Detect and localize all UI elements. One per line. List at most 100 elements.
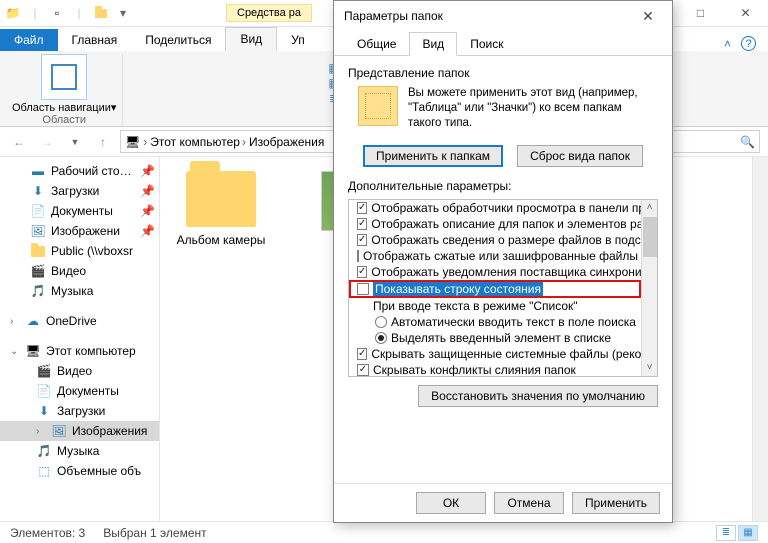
forward-button[interactable]: → — [36, 131, 58, 153]
restore-defaults-button[interactable]: Восстановить значения по умолчанию — [418, 385, 658, 407]
download-icon: ⬇ — [30, 183, 46, 199]
desktop-icon: ▬ — [30, 163, 46, 179]
status-item-count: Элементов: 3 — [10, 526, 85, 540]
dialog-tab-general[interactable]: Общие — [344, 32, 409, 56]
ribbon-collapse-icon[interactable]: ˄ — [724, 37, 731, 51]
tree-item-documents[interactable]: 📄Документы📌 — [0, 201, 159, 221]
qat-divider: | — [70, 4, 88, 22]
scroll-thumb[interactable] — [643, 217, 657, 257]
tree-item-pc-documents[interactable]: 📄Документы — [0, 381, 159, 401]
tree-item-this-pc[interactable]: ⌄🖥Этот компьютер — [0, 341, 159, 361]
file-name: Альбом камеры — [177, 233, 266, 247]
cancel-button[interactable]: Отмена — [494, 492, 564, 514]
adv-option[interactable]: Выделять введенный элемент в списке — [349, 330, 641, 346]
tree-item-pc-downloads[interactable]: ⬇Загрузки — [0, 401, 159, 421]
close-button[interactable]: ✕ — [723, 0, 768, 27]
tab-share[interactable]: Поделиться — [131, 29, 225, 51]
reset-folders-button[interactable]: Сброс вида папок — [517, 145, 643, 167]
expand-icon[interactable]: › — [36, 426, 46, 437]
explorer-icon: 📁 — [4, 4, 22, 22]
picture-icon: 🖼 — [30, 223, 46, 239]
properties-icon[interactable]: ▫ — [48, 4, 66, 22]
dialog-title: Параметры папок — [344, 9, 443, 23]
checkbox-icon[interactable]: ✓ — [357, 364, 369, 376]
tab-file[interactable]: Файл — [0, 29, 58, 51]
help-icon[interactable]: ? — [741, 36, 756, 51]
radio-icon[interactable] — [375, 316, 387, 328]
checkbox-icon[interactable]: ✓ — [357, 348, 367, 360]
adv-option[interactable]: Отображать сжатые или зашифрованные файл… — [349, 248, 641, 264]
checkbox-icon[interactable]: ✓ — [357, 202, 367, 214]
advanced-settings-label: Дополнительные параметры: — [348, 179, 658, 193]
checkbox-icon[interactable] — [357, 250, 359, 262]
download-icon: ⬇ — [36, 403, 52, 419]
tree-item-desktop[interactable]: ▬Рабочий сто…📌 — [0, 161, 159, 181]
ok-button[interactable]: ОК — [416, 492, 486, 514]
adv-option[interactable]: ✓Скрывать конфликты слияния папок — [349, 362, 641, 377]
breadcrumb-segment[interactable]: Этот компьютер › — [150, 135, 246, 149]
close-icon[interactable]: ✕ — [634, 8, 662, 25]
new-folder-icon[interactable] — [92, 4, 110, 22]
navigation-pane-button[interactable] — [41, 54, 87, 100]
tab-home[interactable]: Главная — [58, 29, 132, 51]
tab-manage[interactable]: Уп — [277, 29, 319, 51]
dialog-tabs: Общие Вид Поиск — [334, 31, 672, 56]
breadcrumb-segment[interactable]: Изображения — [249, 135, 324, 149]
navigation-pane-label[interactable]: Область навигации▾ — [12, 102, 116, 114]
tree-item-pictures[interactable]: 🖼Изображени📌 — [0, 221, 159, 241]
adv-option-status-bar[interactable]: Показывать строку состояния — [349, 280, 641, 298]
apply-to-folders-button[interactable]: Применить к папкам — [363, 145, 503, 167]
tree-item-music[interactable]: 🎵Музыка — [0, 281, 159, 301]
pc-icon: 🖥 — [25, 343, 41, 359]
video-icon: 🎬 — [30, 263, 46, 279]
tab-view[interactable]: Вид — [225, 27, 277, 51]
list-scrollbar[interactable]: ˄˅ — [641, 200, 657, 376]
navigation-tree[interactable]: ▬Рабочий сто…📌 ⬇Загрузки📌 📄Документы📌 🖼И… — [0, 157, 160, 521]
adv-option-group: При вводе текста в режиме "Список" — [349, 298, 641, 314]
back-button[interactable]: ← — [8, 131, 30, 153]
vertical-scrollbar[interactable] — [752, 157, 768, 521]
checkbox-icon[interactable]: ✓ — [357, 234, 367, 246]
tree-item-pc-music[interactable]: 🎵Музыка — [0, 441, 159, 461]
scroll-up-icon[interactable]: ˄ — [647, 200, 653, 216]
advanced-settings-list[interactable]: ✓Отображать обработчики просмотра в пане… — [348, 199, 658, 377]
tree-item-public[interactable]: Public (\\vboxsr — [0, 241, 159, 261]
adv-option[interactable]: ✓Отображать описание для папок и элемент… — [349, 216, 641, 232]
music-icon: 🎵 — [36, 443, 52, 459]
radio-icon[interactable] — [375, 332, 387, 344]
tree-item-video[interactable]: 🎬Видео — [0, 261, 159, 281]
apply-button[interactable]: Применить — [572, 492, 660, 514]
checkbox-icon[interactable]: ✓ — [357, 266, 367, 278]
document-icon: 📄 — [30, 203, 46, 219]
folder-options-dialog: Параметры папок ✕ Общие Вид Поиск Предст… — [333, 0, 673, 523]
adv-option[interactable]: Автоматически вводить текст в поле поиск… — [349, 314, 641, 330]
tree-item-onedrive[interactable]: ›☁OneDrive — [0, 311, 159, 331]
checkbox-icon[interactable]: ✓ — [357, 218, 367, 230]
view-details-button[interactable]: ≣ — [716, 525, 736, 541]
dialog-tab-search[interactable]: Поиск — [457, 32, 516, 56]
tree-item-pc-3d[interactable]: ⬚Объемные объ — [0, 461, 159, 481]
dialog-title-bar[interactable]: Параметры папок ✕ — [334, 1, 672, 31]
search-icon: 🔍 — [740, 135, 755, 149]
collapse-icon[interactable]: ⌄ — [10, 346, 20, 357]
dialog-tab-view[interactable]: Вид — [409, 32, 457, 56]
history-button[interactable]: ▼ — [64, 131, 86, 153]
folder-icon — [186, 171, 256, 227]
adv-option[interactable]: ✓Отображать обработчики просмотра в пане… — [349, 200, 641, 216]
network-folder-icon — [30, 243, 46, 259]
tree-item-pc-video[interactable]: 🎬Видео — [0, 361, 159, 381]
list-item[interactable]: Альбом камеры — [166, 171, 276, 247]
tree-item-pc-pictures[interactable]: ›🖼Изображения — [0, 421, 159, 441]
scroll-down-icon[interactable]: ˅ — [647, 360, 653, 376]
picture-icon: 🖼 — [51, 423, 67, 439]
adv-option[interactable]: ✓Отображать уведомления поставщика синхр… — [349, 264, 641, 280]
expand-icon[interactable]: › — [10, 316, 20, 327]
checkbox-icon[interactable] — [357, 283, 369, 295]
adv-option[interactable]: ✓Скрывать защищенные системные файлы (ре… — [349, 346, 641, 362]
up-button[interactable]: ↑ — [92, 131, 114, 153]
tree-item-downloads[interactable]: ⬇Загрузки📌 — [0, 181, 159, 201]
adv-option[interactable]: ✓Отображать сведения о размере файлов в … — [349, 232, 641, 248]
maximize-button[interactable]: □ — [678, 0, 723, 27]
view-icons-button[interactable]: ▦ — [738, 525, 758, 541]
qat-overflow-icon[interactable]: ▾ — [114, 4, 132, 22]
